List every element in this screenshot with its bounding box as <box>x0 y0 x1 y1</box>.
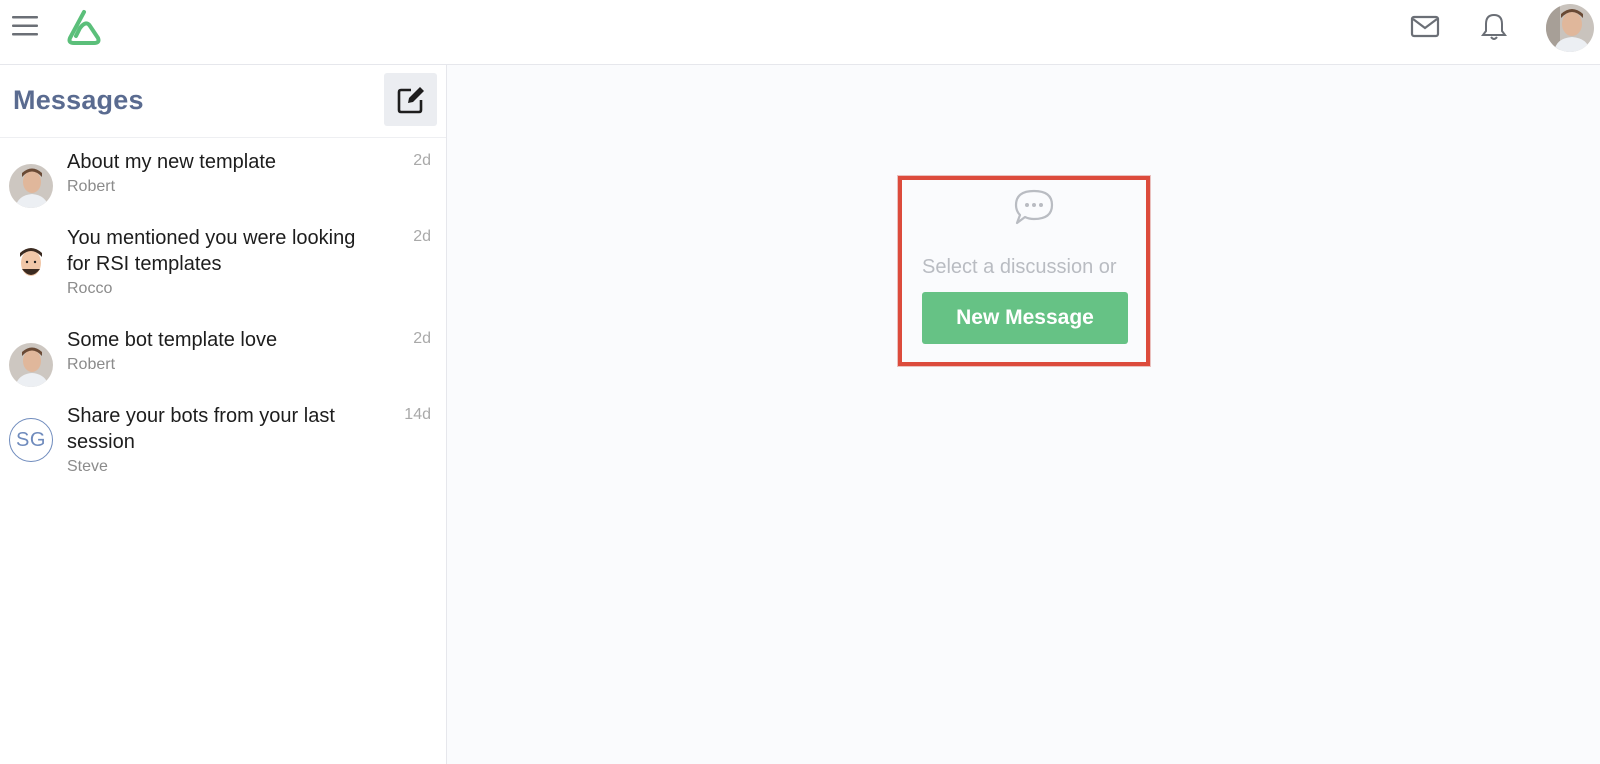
thread-item[interactable]: SG Share your bots from your last sessio… <box>0 401 446 497</box>
thread-time: 2d <box>413 152 431 169</box>
compose-button[interactable] <box>384 73 437 126</box>
thread-item[interactable]: Some bot template love Robert 2d <box>0 325 446 395</box>
messages-sidebar: Messages About my new template Robert 2d <box>0 65 447 764</box>
thread-item[interactable]: You mentioned you were looking for RSI t… <box>0 223 446 319</box>
thread-time: 2d <box>413 330 431 347</box>
empty-state-text: Select a discussion or <box>922 256 1117 278</box>
user-avatar[interactable] <box>1546 4 1594 52</box>
avatar <box>9 343 53 387</box>
avatar <box>9 164 53 208</box>
thread-item[interactable]: About my new template Robert 2d <box>0 147 446 217</box>
chat-bubble-icon <box>1012 188 1056 228</box>
avatar <box>9 241 53 285</box>
thread-subject: Share your bots from your last session <box>67 405 335 453</box>
thread-subject: About my new template <box>67 151 276 173</box>
thread-subject: Some bot template love <box>67 329 278 351</box>
logo-icon[interactable] <box>64 8 104 46</box>
conversation-area <box>447 65 1600 764</box>
thread-time: 14d <box>404 406 431 423</box>
compose-icon <box>397 86 424 113</box>
thread-author: Rocco <box>67 280 113 297</box>
mail-icon[interactable] <box>1410 14 1440 40</box>
thread-author: Robert <box>67 178 116 195</box>
new-message-button[interactable]: New Message <box>922 292 1128 344</box>
thread-author: Steve <box>67 458 108 475</box>
thread-time: 2d <box>413 228 431 245</box>
sidebar-header: Messages <box>0 65 446 138</box>
bell-icon[interactable] <box>1480 12 1508 42</box>
top-bar <box>0 0 1600 65</box>
sidebar-title: Messages <box>13 85 144 115</box>
avatar: SG <box>9 418 53 462</box>
menu-icon[interactable] <box>12 15 38 37</box>
thread-author: Robert <box>67 356 116 373</box>
thread-subject: You mentioned you were looking for RSI t… <box>67 227 356 275</box>
empty-state-panel: Select a discussion or New Message <box>898 176 1150 366</box>
